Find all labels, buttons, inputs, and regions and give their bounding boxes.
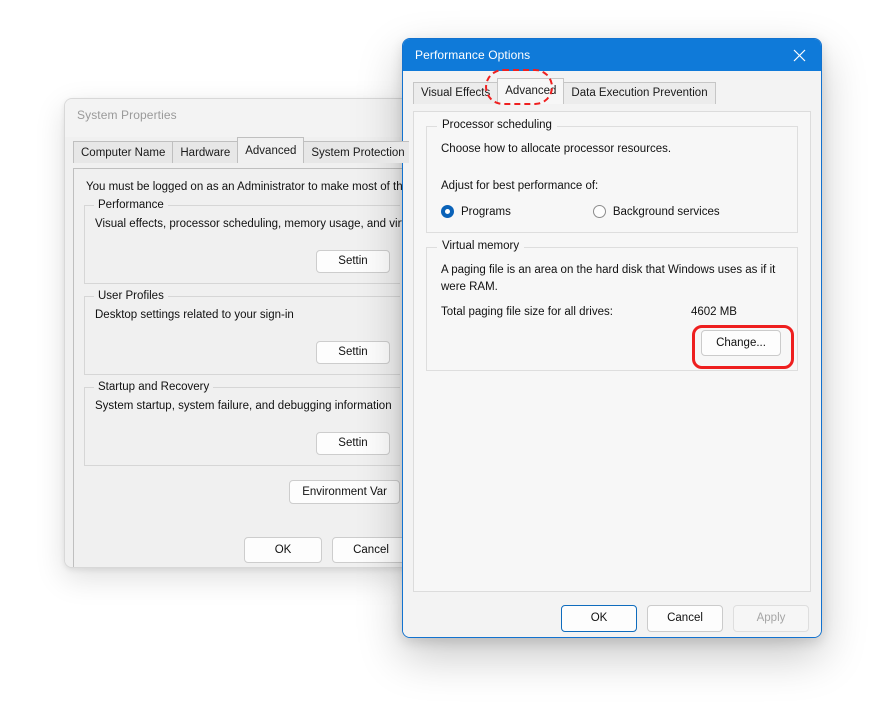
- tab-data-execution-prevention[interactable]: Data Execution Prevention: [563, 82, 715, 104]
- virtual-memory-legend: Virtual memory: [437, 240, 524, 252]
- tab-system-protection[interactable]: System Protection: [303, 141, 409, 163]
- tab-visual-effects[interactable]: Visual Effects: [413, 82, 498, 104]
- processor-scheduling-group: Processor scheduling Choose how to alloc…: [426, 126, 798, 233]
- tab-advanced[interactable]: Advanced: [237, 137, 304, 163]
- performance-group-legend: Performance: [94, 199, 168, 211]
- performance-options-body: Visual Effects Advanced Data Execution P…: [403, 78, 821, 638]
- startup-recovery-group: Startup and Recovery System startup, sys…: [84, 387, 400, 466]
- system-properties-cancel-button[interactable]: Cancel: [332, 537, 409, 563]
- performance-options-cancel-button[interactable]: Cancel: [647, 605, 723, 632]
- administrator-note: You must be logged on as an Administrato…: [74, 169, 409, 193]
- system-properties-footer: OK Cancel: [74, 537, 409, 563]
- system-properties-body: Computer Name Hardware Advanced System P…: [65, 137, 409, 568]
- system-properties-panel: You must be logged on as an Administrato…: [73, 168, 409, 568]
- performance-group-description: Visual effects, processor scheduling, me…: [95, 218, 390, 230]
- change-button[interactable]: Change...: [701, 330, 781, 356]
- performance-options-title: Performance Options: [403, 48, 530, 62]
- user-profiles-settings-button[interactable]: Settin: [316, 341, 390, 364]
- tab-computer-name[interactable]: Computer Name: [73, 141, 173, 163]
- total-paging-file-row: Total paging file size for all drives: 4…: [441, 306, 783, 318]
- radio-background-services-indicator[interactable]: [593, 205, 606, 218]
- performance-settings-button[interactable]: Settin: [316, 250, 390, 273]
- system-properties-window[interactable]: System Properties Computer Name Hardware…: [64, 98, 409, 568]
- radio-background-services-label: Background services: [613, 206, 720, 218]
- performance-settings-row: Settin: [95, 250, 390, 273]
- virtual-memory-group: Virtual memory A paging file is an area …: [426, 247, 798, 371]
- total-paging-file-value: 4602 MB: [691, 306, 737, 318]
- radio-background-services[interactable]: Background services: [593, 205, 720, 218]
- startup-recovery-group-description: System startup, system failure, and debu…: [95, 400, 390, 412]
- processor-scheduling-description: Choose how to allocate processor resourc…: [441, 141, 783, 158]
- system-properties-title: System Properties: [77, 108, 177, 122]
- environment-variables-row: Environment Var: [74, 480, 400, 504]
- user-profiles-group: User Profiles Desktop settings related t…: [84, 296, 400, 375]
- radio-programs-indicator[interactable]: [441, 205, 454, 218]
- performance-options-window[interactable]: Performance Options Visual Effects Advan…: [402, 38, 822, 638]
- performance-options-panel: Processor scheduling Choose how to alloc…: [413, 111, 811, 592]
- environment-variables-button[interactable]: Environment Var: [289, 480, 400, 504]
- startup-recovery-settings-button[interactable]: Settin: [316, 432, 390, 455]
- processor-scheduling-radio-group[interactable]: Programs Background services: [441, 205, 783, 218]
- performance-options-titlebar[interactable]: Performance Options: [403, 39, 821, 71]
- startup-recovery-group-legend: Startup and Recovery: [94, 381, 213, 393]
- user-profiles-group-description: Desktop settings related to your sign-in: [95, 309, 390, 321]
- change-button-row: Change...: [441, 330, 783, 356]
- performance-options-footer: OK Cancel Apply: [403, 605, 809, 632]
- performance-options-apply-button: Apply: [733, 605, 809, 632]
- performance-options-tabs[interactable]: Visual Effects Advanced Data Execution P…: [403, 78, 821, 104]
- radio-programs[interactable]: Programs: [441, 205, 511, 218]
- system-properties-tabs[interactable]: Computer Name Hardware Advanced System P…: [65, 137, 409, 163]
- system-properties-ok-button[interactable]: OK: [244, 537, 322, 563]
- performance-options-ok-button[interactable]: OK: [561, 605, 637, 632]
- tab-hardware[interactable]: Hardware: [172, 141, 238, 163]
- performance-group: Performance Visual effects, processor sc…: [84, 205, 400, 284]
- processor-scheduling-legend: Processor scheduling: [437, 119, 557, 131]
- user-profiles-settings-row: Settin: [95, 341, 390, 364]
- startup-recovery-settings-row: Settin: [95, 432, 390, 455]
- virtual-memory-description: A paging file is an area on the hard dis…: [441, 262, 781, 296]
- user-profiles-group-legend: User Profiles: [94, 290, 168, 302]
- tab-advanced[interactable]: Advanced: [497, 78, 564, 104]
- radio-programs-label: Programs: [461, 206, 511, 218]
- system-properties-titlebar[interactable]: System Properties: [65, 99, 409, 131]
- close-icon[interactable]: [777, 39, 821, 71]
- adjust-for-best-performance-label: Adjust for best performance of:: [441, 178, 783, 195]
- total-paging-file-label: Total paging file size for all drives:: [441, 306, 613, 318]
